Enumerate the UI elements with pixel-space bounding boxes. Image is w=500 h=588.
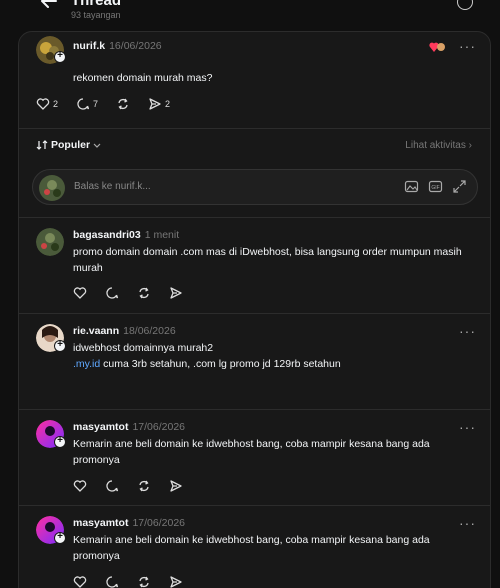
more-options-icon[interactable]: ···	[457, 0, 473, 10]
gif-icon[interactable]: GIF	[428, 179, 443, 194]
post-date: 16/06/2026	[109, 40, 162, 52]
post-menu-icon[interactable]: ···	[459, 419, 476, 435]
avatar[interactable]	[36, 228, 64, 256]
sort-label: Populer	[51, 139, 91, 151]
username[interactable]: nurif.k	[73, 40, 105, 52]
divider	[19, 313, 490, 314]
expand-icon[interactable]	[452, 179, 467, 194]
post-text: promo domain domain .com mas di iDwebhos…	[73, 246, 462, 274]
post-text: Kemarin ane beli domain ke idwebhost ban…	[73, 534, 430, 562]
repost-button[interactable]	[116, 97, 130, 111]
post-menu-icon[interactable]: ···	[459, 323, 476, 339]
comment-icon	[77, 98, 90, 110]
post-date: 17/06/2026	[132, 421, 186, 433]
post-text: Kemarin ane beli domain ke idwebhost ban…	[73, 438, 430, 466]
repost-icon[interactable]	[137, 479, 151, 493]
post-text: idwebhost domainnya murah2 .my.id cuma 3…	[73, 340, 473, 372]
image-icon[interactable]	[404, 179, 419, 194]
svg-text:GIF: GIF	[431, 185, 439, 191]
post-date: 17/06/2026	[132, 517, 186, 529]
post-text-line: idwebhost domainnya murah2	[73, 342, 214, 354]
repost-icon[interactable]	[137, 286, 151, 300]
post-menu-icon[interactable]: ···	[459, 515, 476, 531]
follow-plus-icon[interactable]: +	[54, 340, 66, 352]
view-count: 93 tayangan	[71, 10, 121, 20]
post-date: 18/06/2026	[123, 325, 176, 337]
heart-icon[interactable]	[73, 286, 87, 300]
avatar	[39, 175, 65, 201]
comment-icon[interactable]	[105, 575, 119, 588]
post-actions: 2 7 2	[36, 97, 170, 111]
chevron-down-icon	[93, 143, 101, 148]
sort-icon	[36, 140, 48, 150]
view-activity-link[interactable]: Lihat aktivitas ›	[405, 140, 472, 151]
username[interactable]: masyamtot	[73, 421, 128, 433]
heart-icon[interactable]	[73, 479, 87, 493]
chevron-right-icon: ›	[468, 140, 472, 151]
domain-link[interactable]: .my.id	[73, 358, 100, 370]
divider	[19, 217, 490, 218]
divider	[19, 505, 490, 506]
heart-icon[interactable]	[73, 575, 87, 588]
post-text: rekomen domain murah mas?	[73, 72, 213, 84]
reply-placeholder: Balas ke nurif.k...	[74, 181, 151, 192]
divider	[19, 409, 490, 410]
post-menu-icon[interactable]: ···	[459, 38, 476, 54]
back-arrow-icon[interactable]	[38, 0, 60, 12]
follow-plus-icon[interactable]: +	[54, 51, 66, 63]
send-icon[interactable]	[169, 286, 183, 300]
post-date: 1 menit	[144, 229, 180, 241]
post-actions	[73, 286, 183, 300]
comment-icon[interactable]	[105, 479, 119, 493]
repost-icon	[118, 98, 128, 110]
comment-count: 7	[93, 99, 99, 109]
reply-input[interactable]: Balas ke nurif.k... GIF	[32, 169, 478, 205]
send-icon[interactable]	[169, 479, 183, 493]
like-button[interactable]: 2	[36, 97, 58, 111]
sort-dropdown[interactable]: Populer	[36, 139, 101, 151]
post-text-line: cuma 3rb setahun, .com lg promo jd 129rb…	[100, 358, 341, 370]
comment-button[interactable]: 7	[76, 97, 98, 111]
username[interactable]: bagasandri03	[73, 229, 141, 241]
like-count: 2	[53, 99, 59, 109]
share-count: 2	[165, 99, 171, 109]
follow-plus-icon[interactable]: +	[54, 532, 66, 544]
repost-icon[interactable]	[137, 575, 151, 588]
comment-icon[interactable]	[105, 286, 119, 300]
post-actions	[73, 479, 183, 493]
post-actions	[73, 575, 183, 588]
send-icon[interactable]	[169, 575, 183, 588]
top-bar: Thread 93 tayangan ···	[0, 0, 500, 26]
page-title: Thread	[71, 0, 122, 9]
reaction-heart-icon	[429, 42, 445, 52]
share-button[interactable]: 2	[148, 97, 170, 111]
follow-plus-icon[interactable]: +	[54, 436, 66, 448]
username[interactable]: rie.vaann	[73, 325, 119, 337]
divider	[19, 128, 490, 129]
heart-icon	[36, 98, 50, 110]
thread-card: + nurif.k 16/06/2026 ··· rekomen domain m…	[18, 31, 491, 588]
username[interactable]: masyamtot	[73, 517, 128, 529]
send-icon	[149, 98, 161, 110]
view-activity-label: Lihat aktivitas	[405, 140, 466, 151]
